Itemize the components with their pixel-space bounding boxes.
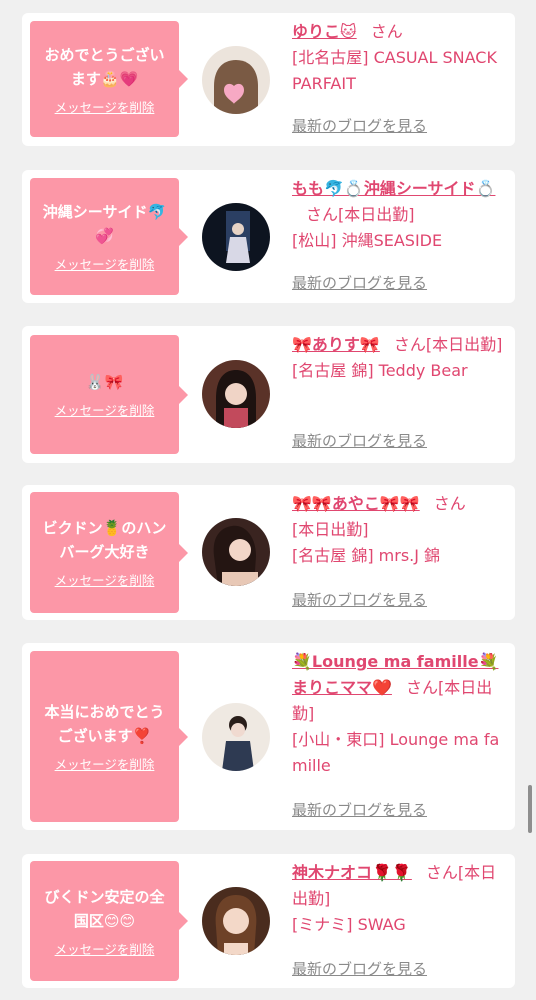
message-bubble: ビクドン🍍のハンバーグ大好き メッセージを削除 <box>30 492 188 613</box>
message-text: 沖縄シーサイド🐬💞 <box>42 203 167 245</box>
avatar[interactable] <box>202 46 270 114</box>
message-text: 本当におめでとうございます❣️ <box>44 703 165 745</box>
latest-blog-link[interactable]: 最新のブログを見る <box>292 799 427 820</box>
cast-name-link[interactable]: 神木ナオコ🌹🌹 <box>292 863 412 882</box>
avatar[interactable] <box>202 703 270 771</box>
message-card: 沖縄シーサイド🐬💞 メッセージを削除 もも🐬💍沖縄シーサイド💍 さん[本日出勤] … <box>22 170 515 303</box>
message-bubble: 沖縄シーサイド🐬💞 メッセージを削除 <box>30 178 188 295</box>
cast-info: 神木ナオコ🌹🌹 さん[本日出勤] [ミナミ] SWAG <box>292 860 504 938</box>
latest-blog-link[interactable]: 最新のブログを見る <box>292 430 427 451</box>
shop-name: [松山] 沖縄SEASIDE <box>292 231 443 250</box>
delete-message-link[interactable]: メッセージを削除 <box>55 97 155 116</box>
status-text: [本日出勤] <box>425 335 503 354</box>
shop-name: [ミナミ] SWAG <box>292 915 406 934</box>
avatar[interactable] <box>202 360 270 428</box>
message-card: 本当におめでとうございます❣️ メッセージを削除 💐Lounge ma fami… <box>22 643 515 830</box>
latest-blog-link[interactable]: 最新のブログを見る <box>292 115 427 136</box>
cast-name-link[interactable]: ゆりこ🐱 <box>292 22 357 41</box>
message-bubble: びくドン安定の全国区😊😊 メッセージを削除 <box>30 861 188 981</box>
avatar[interactable] <box>202 518 270 586</box>
honorific: さん <box>393 335 426 354</box>
cast-name-link[interactable]: もも🐬💍沖縄シーサイド💍 <box>292 179 495 198</box>
status-text: [本日出勤] <box>338 205 415 224</box>
shop-name: [北名古屋] CASUAL SNACK PARFAIT <box>292 48 497 93</box>
avatar[interactable] <box>202 887 270 955</box>
scrollbar[interactable] <box>528 785 532 833</box>
cast-info: 💐Lounge ma famille💐まりこママ❤️ さん[本日出勤] [小山・東… <box>292 649 504 779</box>
cast-info: 🎀ありす🎀 さん[本日出勤] [名古屋 錦] Teddy Bear <box>292 332 504 384</box>
cast-name-link[interactable]: 🎀ありす🎀 <box>292 335 380 354</box>
delete-message-link[interactable]: メッセージを削除 <box>55 754 155 773</box>
delete-message-link[interactable]: メッセージを削除 <box>55 400 155 419</box>
message-text: おめでとうございます🎂💗 <box>44 45 165 88</box>
message-card: 🐰🎀 メッセージを削除 🎀ありす🎀 さん[本日出勤] [名古屋 錦] Teddy … <box>22 326 515 463</box>
message-text: 🐰🎀 <box>85 373 124 391</box>
honorific: さん <box>425 863 458 882</box>
message-text: びくドン安定の全国区😊😊 <box>44 887 165 930</box>
shop-name: [名古屋 錦] Teddy Bear <box>292 361 468 380</box>
avatar[interactable] <box>202 203 270 271</box>
honorific: さん <box>370 22 403 41</box>
message-bubble: おめでとうございます🎂💗 メッセージを削除 <box>30 21 188 137</box>
delete-message-link[interactable]: メッセージを削除 <box>55 939 155 958</box>
message-card: おめでとうございます🎂💗 メッセージを削除 ゆりこ🐱 さん [北名古屋] CASU… <box>22 13 515 146</box>
delete-message-link[interactable]: メッセージを削除 <box>55 570 155 589</box>
latest-blog-link[interactable]: 最新のブログを見る <box>292 958 427 979</box>
honorific: さん <box>306 205 339 224</box>
cast-info: 🎀🎀あやこ🎀🎀 さん [本日出勤] [名古屋 錦] mrs.J 錦 <box>292 491 504 569</box>
cast-name-link[interactable]: 🎀🎀あやこ🎀🎀 <box>292 494 420 513</box>
message-card: びくドン安定の全国区😊😊 メッセージを削除 神木ナオコ🌹🌹 さん[本日出勤] [ミ… <box>22 854 515 988</box>
honorific: さん <box>405 678 438 697</box>
cast-info: ゆりこ🐱 さん [北名古屋] CASUAL SNACK PARFAIT <box>292 19 504 97</box>
honorific: さん <box>433 494 466 513</box>
message-card: ビクドン🍍のハンバーグ大好き メッセージを削除 🎀🎀あやこ🎀🎀 さん [本日出勤] … <box>22 485 515 620</box>
shop-name: [名古屋 錦] mrs.J 錦 <box>292 546 441 565</box>
message-text: ビクドン🍍のハンバーグ大好き <box>42 519 167 561</box>
shop-name: [小山・東口] Lounge ma famille <box>292 730 500 775</box>
latest-blog-link[interactable]: 最新のブログを見る <box>292 272 427 293</box>
message-bubble: 本当におめでとうございます❣️ メッセージを削除 <box>30 651 188 822</box>
latest-blog-link[interactable]: 最新のブログを見る <box>292 589 427 610</box>
status-text: [本日出勤] <box>292 520 369 539</box>
cast-info: もも🐬💍沖縄シーサイド💍 さん[本日出勤] [松山] 沖縄SEASIDE <box>292 176 504 254</box>
message-bubble: 🐰🎀 メッセージを削除 <box>30 335 188 454</box>
delete-message-link[interactable]: メッセージを削除 <box>55 254 155 273</box>
